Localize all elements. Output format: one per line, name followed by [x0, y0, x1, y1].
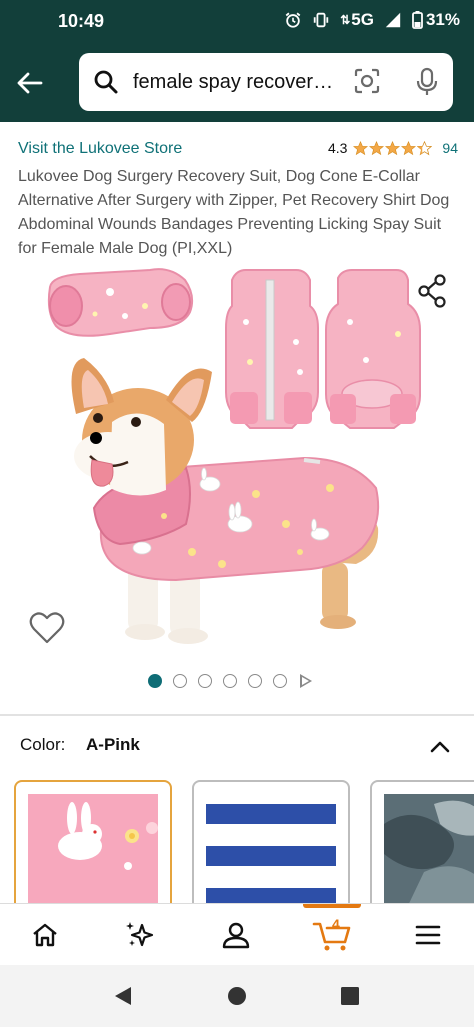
- cart-count: 4: [332, 916, 340, 932]
- battery-status: 31%: [412, 10, 460, 30]
- product-title: Lukovee Dog Surgery Recovery Suit, Dog C…: [18, 168, 450, 257]
- product-image[interactable]: [0, 262, 474, 714]
- camera-lens-icon[interactable]: [353, 67, 381, 95]
- ai-sparkle-icon: [126, 922, 154, 947]
- pagination-dot-2[interactable]: [173, 674, 187, 688]
- pagination-dot-1[interactable]: [148, 674, 162, 688]
- chevron-up-icon[interactable]: [428, 735, 452, 759]
- system-recents-button[interactable]: [337, 983, 363, 1009]
- menu-icon: [415, 925, 441, 945]
- section-divider: [0, 714, 474, 716]
- product-image-gallery[interactable]: [0, 262, 474, 714]
- color-swatch-list: [14, 780, 474, 904]
- selected-color-value: A-Pink: [86, 735, 140, 754]
- product-page: 10:49 ⇅ 5G 31% female spay recovery s Vi…: [0, 0, 474, 1027]
- battery-icon: [412, 11, 423, 29]
- bunny-pattern-icon: [58, 802, 158, 870]
- status-icons: ⇅ 5G 31%: [284, 10, 460, 30]
- color-label: Color:: [20, 735, 66, 754]
- signal-icon: [385, 12, 401, 28]
- share-icon[interactable]: [418, 274, 446, 308]
- system-navigation-bar: [0, 965, 474, 1027]
- vibrate-icon: [314, 12, 329, 28]
- network-label: ⇅ 5G: [340, 10, 374, 29]
- home-icon: [33, 923, 57, 947]
- pagination-dot-5[interactable]: [248, 674, 262, 688]
- color-swatch-pink[interactable]: [14, 780, 172, 904]
- image-pagination: [148, 674, 312, 688]
- app-header: 10:49 ⇅ 5G 31% female spay recovery s: [0, 0, 474, 122]
- nav-cart[interactable]: 4: [302, 904, 362, 966]
- camo-pattern-icon: [384, 800, 474, 904]
- nav-home[interactable]: [15, 904, 75, 966]
- star-full-icon: [353, 140, 369, 155]
- pagination-dot-6[interactable]: [273, 674, 287, 688]
- folded-suit-image: [47, 268, 194, 337]
- color-swatch-blue-stripe[interactable]: [192, 780, 350, 904]
- cart-icon-wrap: 4: [312, 916, 352, 952]
- search-input[interactable]: female spay recovery suit for dogs: [133, 71, 339, 94]
- swatch-pink-image: [28, 794, 158, 904]
- back-button[interactable]: [12, 66, 46, 100]
- pagination-dot-4[interactable]: [223, 674, 237, 688]
- star-full-icon: [401, 140, 417, 155]
- swatch-camo-image: [384, 794, 474, 904]
- search-icon: [94, 70, 118, 94]
- store-link[interactable]: Visit the Lukovee Store: [18, 140, 182, 158]
- nav-menu[interactable]: [398, 904, 458, 966]
- triangle-back-icon: [115, 987, 131, 1005]
- store-rating-row: Visit the Lukovee Store 4.3 94: [18, 140, 458, 164]
- suit-back-view-image: [325, 269, 421, 429]
- star-full-icon: [385, 140, 401, 155]
- status-bar: 10:49 ⇅ 5G 31%: [0, 0, 474, 44]
- alarm-icon: [285, 12, 301, 28]
- mic-icon[interactable]: [413, 67, 441, 97]
- square-recents-icon: [341, 987, 359, 1005]
- color-selector-header[interactable]: Color: A-Pink: [20, 735, 460, 759]
- pagination-dot-3[interactable]: [198, 674, 212, 688]
- status-time: 10:49: [58, 11, 105, 31]
- star-full-icon: [369, 140, 385, 155]
- account-icon: [222, 922, 250, 949]
- wishlist-heart-icon[interactable]: [29, 612, 65, 644]
- system-home-button[interactable]: [224, 983, 250, 1009]
- rating-value: 4.3: [327, 140, 348, 156]
- star-rating: [353, 140, 433, 156]
- back-arrow-icon: [17, 72, 43, 94]
- bottom-navigation: 4: [0, 903, 474, 965]
- swatch-blue-stripe-image: [206, 794, 336, 904]
- system-back-button[interactable]: [110, 983, 136, 1009]
- rating-summary[interactable]: 4.3 94: [328, 140, 458, 156]
- star-partial-icon: [417, 140, 433, 155]
- search-header: female spay recovery suit for dogs: [0, 44, 474, 122]
- rating-count: 94: [442, 140, 458, 156]
- nav-ai-assistant[interactable]: [110, 904, 170, 966]
- search-bar[interactable]: female spay recovery suit for dogs: [79, 53, 453, 111]
- circle-home-icon: [228, 987, 246, 1005]
- suit-front-view-image: [225, 269, 319, 429]
- video-play-icon[interactable]: [300, 674, 312, 688]
- color-swatch-camo[interactable]: [370, 780, 474, 904]
- nav-account[interactable]: [206, 904, 266, 966]
